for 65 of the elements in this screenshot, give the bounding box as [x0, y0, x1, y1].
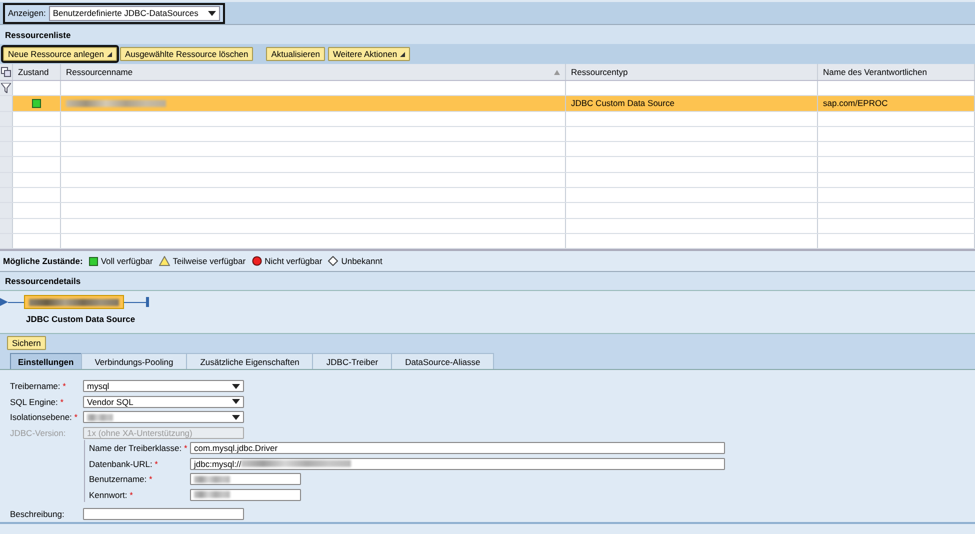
column-header[interactable]: Zustand — [13, 64, 61, 80]
row-selector[interactable] — [0, 172, 13, 188]
legend-text: Teilweise verfügbar — [172, 256, 246, 266]
warning-triangle-icon — [158, 256, 170, 266]
section-title: Ressourcenliste — [5, 30, 71, 40]
node-caption: JDBC Custom Data Source — [25, 314, 136, 324]
select-all-icon[interactable] — [1, 67, 11, 77]
toolbar-button[interactable]: Ausgewählte Ressource löschen — [120, 47, 254, 61]
tab[interactable]: Einstellungen — [10, 353, 82, 370]
table-cell: sap.com/EPROC — [818, 96, 975, 111]
tab[interactable]: Zusätzliche Eigenschaften — [186, 353, 314, 370]
toolbar-button[interactable]: Aktualisieren — [266, 47, 325, 61]
toolbar-button[interactable]: Neue Ressource anlegen — [3, 47, 117, 61]
field-label: Datenbank-URL: * — [89, 458, 159, 469]
field-label: SQL Engine: * — [10, 396, 65, 407]
save-button[interactable]: Sichern — [7, 336, 46, 350]
caret-icon — [232, 399, 240, 404]
field-label: Isolationsebene: * — [10, 412, 79, 422]
toolbar-button[interactable]: Weitere Aktionen — [328, 47, 410, 61]
input-field[interactable]: jdbc:mysql:// — [190, 458, 725, 470]
input-field[interactable]: com.mysql.jdbc.Driver — [190, 442, 725, 454]
caret-icon — [208, 10, 216, 16]
field-label: Beschreibung: — [10, 509, 66, 520]
error-circle-icon — [252, 256, 262, 266]
row-selector[interactable] — [0, 188, 13, 202]
row-selector[interactable] — [0, 142, 13, 156]
tab[interactable]: JDBC-Treiber — [312, 353, 392, 370]
field-label: Kennwort: * — [89, 490, 134, 500]
input-field[interactable] — [190, 488, 301, 501]
status-square-icon — [88, 256, 98, 266]
column-header[interactable]: Name des Verantwortlichen — [818, 64, 975, 80]
row-selector[interactable] — [0, 218, 13, 233]
field-label: Treibername: * — [10, 381, 67, 392]
tab[interactable]: Verbindungs-Pooling — [80, 353, 188, 370]
row-selector[interactable] — [0, 234, 13, 248]
field-label: Name der Treiberklasse: * — [89, 443, 188, 454]
row-selector[interactable] — [0, 157, 13, 172]
section-title: Ressourcendetails — [5, 276, 81, 286]
table-cell: JDBC Custom Data Source — [566, 96, 818, 111]
table-row[interactable]: JDBC Custom Data Source sap.com/EPROC — [0, 96, 975, 112]
dropdown-field[interactable]: Vendor SQL — [83, 396, 244, 408]
diamond-icon — [328, 256, 338, 266]
field-label: Benutzername: * — [89, 474, 154, 484]
row-selector[interactable] — [0, 112, 13, 126]
input-field[interactable] — [83, 508, 244, 520]
column-header[interactable]: Ressourcentyp — [566, 64, 818, 80]
dropdown-field[interactable]: mysql — [83, 380, 244, 392]
legend-label: Mögliche Zustände: — [3, 256, 83, 266]
view-label: Anzeigen: — [8, 8, 46, 18]
field-label: JDBC-Version: — [10, 428, 67, 438]
row-selector[interactable] — [0, 203, 13, 218]
filter-icon[interactable] — [1, 83, 11, 94]
resource-node[interactable] — [24, 295, 124, 310]
view-dropdown[interactable]: Benutzerdefinierte JDBC-DataSources — [48, 6, 220, 20]
tab[interactable]: DataSource-Aliasse — [391, 353, 494, 370]
row-selector[interactable] — [0, 126, 13, 142]
legend-text: Unbekannt — [341, 256, 382, 266]
input-field[interactable] — [190, 473, 301, 486]
sort-icon — [554, 70, 560, 75]
caret-icon — [232, 384, 240, 389]
legend-text: Voll verfügbar — [100, 256, 153, 266]
column-header[interactable]: Ressourcenname — [61, 64, 566, 80]
legend-text: Nicht verfügbar — [264, 256, 322, 266]
dropdown-field[interactable] — [83, 411, 244, 424]
caret-icon — [232, 414, 240, 420]
